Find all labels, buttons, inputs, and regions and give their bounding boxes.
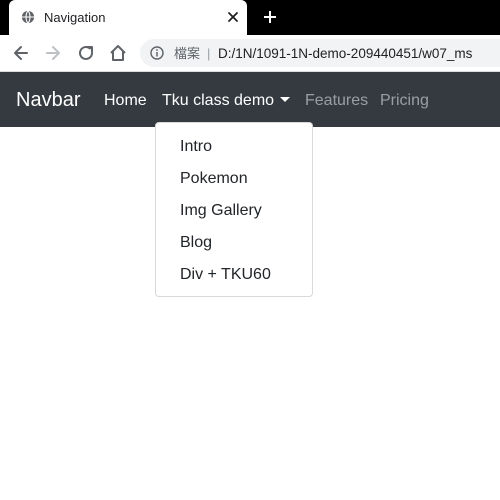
caret-down-icon — [280, 97, 291, 102]
browser-toolbar: 檔案 | D:/1N/1091-1N-demo-209440451/w07_ms — [0, 35, 500, 72]
nav-dropdown-toggle[interactable]: Tku class demo — [162, 91, 291, 110]
navbar: Navbar Home Tku class demo Features Pric… — [0, 72, 500, 127]
address-bar[interactable]: 檔案 | D:/1N/1091-1N-demo-209440451/w07_ms — [140, 39, 500, 67]
browser-tab[interactable]: Navigation — [9, 0, 247, 35]
arrow-left-icon[interactable] — [11, 43, 31, 63]
address-url[interactable]: D:/1N/1091-1N-demo-209440451/w07_ms — [218, 46, 472, 61]
nav-dropdown-label: Tku class demo — [162, 92, 275, 109]
dropdown-item-intro[interactable]: Intro — [180, 137, 212, 156]
globe-icon — [21, 10, 35, 24]
dropdown-menu: Intro Pokemon Img Gallery Blog Div + TKU… — [155, 122, 313, 297]
dropdown-item-div-tku60[interactable]: Div + TKU60 — [180, 265, 271, 284]
arrow-right-icon[interactable] — [43, 43, 63, 63]
navbar-brand[interactable]: Navbar — [16, 88, 80, 112]
file-label: 檔案 — [174, 46, 201, 61]
home-icon[interactable] — [108, 43, 128, 63]
dropdown-item-pokemon[interactable]: Pokemon — [180, 169, 248, 188]
nav-link-home[interactable]: Home — [104, 91, 147, 110]
nav-link-pricing[interactable]: Pricing — [380, 91, 429, 110]
dropdown-item-img-gallery[interactable]: Img Gallery — [180, 201, 262, 220]
info-icon[interactable] — [150, 46, 164, 60]
plus-icon[interactable] — [262, 9, 278, 25]
close-icon[interactable] — [226, 10, 240, 24]
tab-title: Navigation — [44, 10, 106, 25]
address-separator: | — [207, 46, 211, 61]
nav-link-features[interactable]: Features — [305, 91, 368, 110]
reload-icon[interactable] — [76, 43, 96, 63]
browser-tab-strip: Navigation — [0, 0, 500, 35]
dropdown-item-blog[interactable]: Blog — [180, 233, 212, 252]
